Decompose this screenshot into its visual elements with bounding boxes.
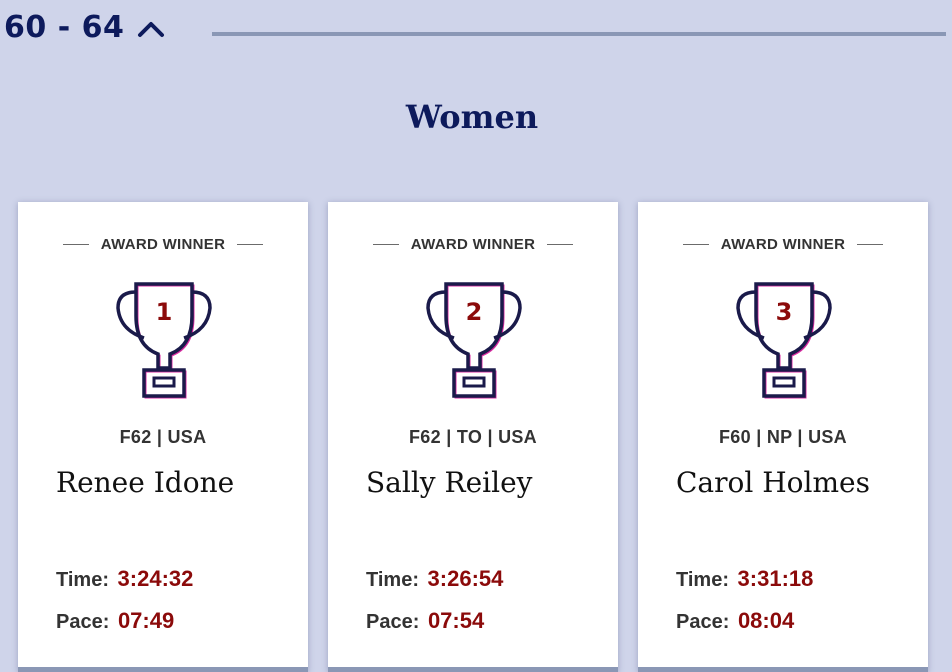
- award-heading: AWARD WINNER: [328, 236, 618, 253]
- time-value: 3:26:54: [427, 566, 504, 591]
- header-divider: [212, 32, 946, 36]
- award-label: AWARD WINNER: [410, 236, 536, 253]
- pace-value: 07:54: [427, 608, 485, 633]
- time-label: Time:: [676, 569, 729, 591]
- time-stat: Time: 3:24:32: [56, 566, 193, 592]
- rank-number: 1: [155, 298, 173, 326]
- winner-card: AWARD WINNER 3 F60 | NP | USA Carol Holm…: [638, 202, 928, 672]
- winner-card: AWARD WINNER 1 F62 | USA Renee Idone Tim…: [18, 202, 308, 672]
- time-stat: Time: 3:31:18: [676, 566, 813, 592]
- award-heading: AWARD WINNER: [638, 236, 928, 253]
- runner-meta: F62 | USA: [119, 427, 207, 447]
- section-title: Women: [405, 98, 539, 136]
- time-label: Time:: [56, 569, 109, 591]
- award-rule: [547, 244, 574, 245]
- pace-stat: Pace: 07:54: [366, 608, 484, 634]
- winner-card: AWARD WINNER 2 F62 | TO | USA Sally Reil…: [328, 202, 618, 672]
- award-rule: [372, 244, 399, 245]
- pace-label: Pace:: [366, 611, 420, 633]
- award-rule: [237, 244, 264, 245]
- runner-meta: F62 | TO | USA: [409, 427, 537, 447]
- award-rule: [682, 244, 709, 245]
- runner-meta: F60 | NP | USA: [719, 427, 847, 447]
- pace-value: 07:49: [117, 608, 175, 633]
- runner-name: Carol Holmes: [676, 466, 870, 499]
- rank-number: 3: [775, 298, 793, 326]
- award-rule: [857, 244, 884, 245]
- runner-name: Sally Reiley: [366, 466, 533, 499]
- runner-name: Renee Idone: [56, 466, 235, 499]
- rank-number: 2: [465, 298, 483, 326]
- pace-value: 08:04: [737, 608, 795, 633]
- award-heading: AWARD WINNER: [18, 236, 308, 253]
- pace-label: Pace:: [56, 611, 110, 633]
- time-value: 3:24:32: [117, 566, 194, 591]
- time-stat: Time: 3:26:54: [366, 566, 503, 592]
- award-label: AWARD WINNER: [100, 236, 226, 253]
- pace-stat: Pace: 08:04: [676, 608, 794, 634]
- age-group-header[interactable]: 60 - 64: [4, 10, 166, 45]
- award-label: AWARD WINNER: [720, 236, 846, 253]
- pace-label: Pace:: [676, 611, 730, 633]
- time-label: Time:: [366, 569, 419, 591]
- award-rule: [62, 244, 89, 245]
- pace-stat: Pace: 07:49: [56, 608, 174, 634]
- chevron-up-icon[interactable]: [136, 17, 166, 39]
- age-group-label: 60 - 64: [4, 10, 125, 45]
- time-value: 3:31:18: [737, 566, 814, 591]
